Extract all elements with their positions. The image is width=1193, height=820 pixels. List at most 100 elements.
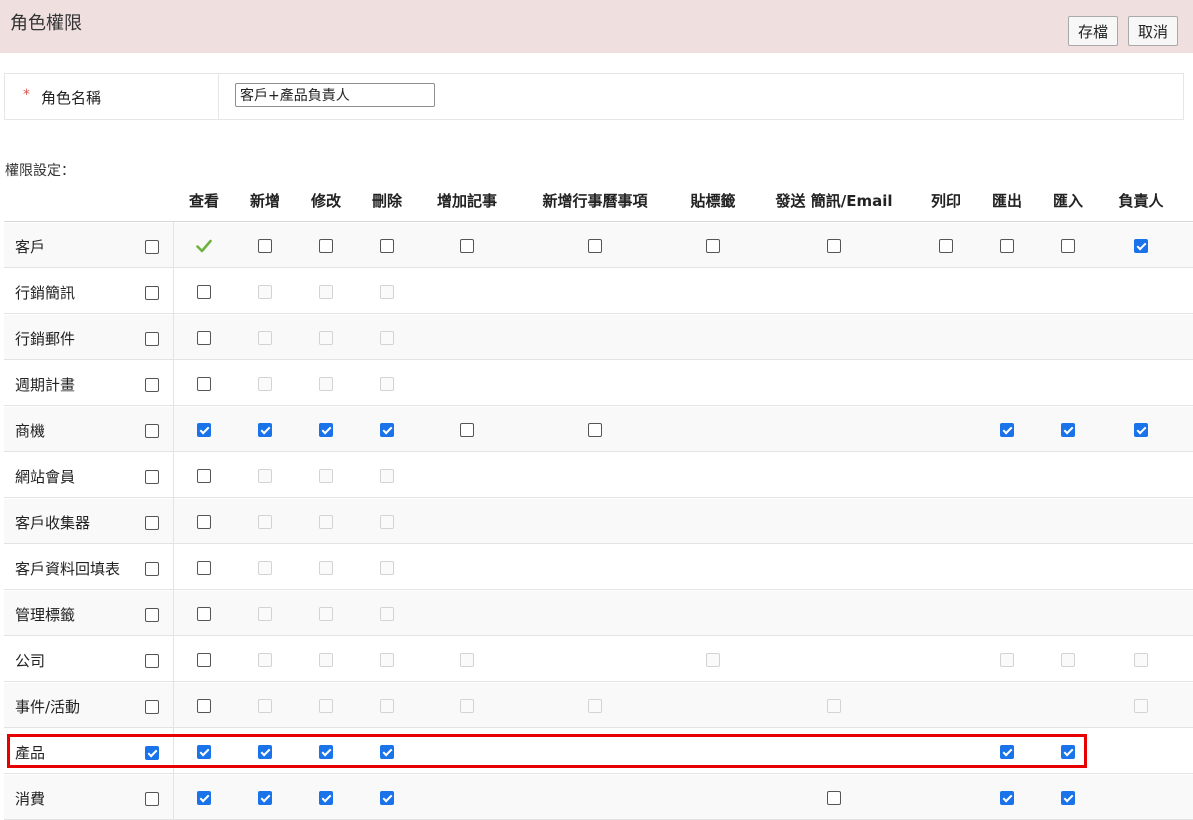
perm-export-checkbox[interactable] xyxy=(1000,423,1014,437)
row-select-all-checkbox[interactable] xyxy=(145,654,159,668)
column-header-add-calendar-event: 新增行事曆事項 xyxy=(542,192,648,210)
perm-edit-checkbox xyxy=(319,515,333,529)
row-label: 管理標籤 xyxy=(15,606,76,624)
perm-view-checkbox[interactable] xyxy=(197,699,211,713)
table-row: 行銷郵件 xyxy=(4,315,1193,360)
required-mark: * xyxy=(23,87,30,103)
perm-add-checkbox[interactable] xyxy=(258,791,272,805)
perm-tag-checkbox xyxy=(706,653,720,667)
perm-export-checkbox[interactable] xyxy=(1000,239,1014,253)
column-header-edit: 修改 xyxy=(310,192,342,210)
column-header-import: 匯入 xyxy=(1052,192,1084,210)
perm-view-checkbox[interactable] xyxy=(197,515,211,529)
perm-add-checkbox xyxy=(258,331,272,345)
row-select-all-checkbox[interactable] xyxy=(145,746,159,760)
column-header-delete: 刪除 xyxy=(371,192,403,210)
perm-owner-checkbox[interactable] xyxy=(1134,423,1148,437)
save-button[interactable]: 存檔 xyxy=(1068,16,1118,46)
row-select-all-checkbox[interactable] xyxy=(145,608,159,622)
row-select-all-checkbox[interactable] xyxy=(145,700,159,714)
perm-add-note-checkbox[interactable] xyxy=(460,239,474,253)
perm-edit-checkbox[interactable] xyxy=(319,745,333,759)
perm-add-calendar-event-checkbox[interactable] xyxy=(588,239,602,253)
perm-delete-checkbox xyxy=(380,515,394,529)
table-row: 行銷簡訊 xyxy=(4,269,1193,314)
perm-view-checkbox[interactable] xyxy=(197,377,211,391)
row-select-all-checkbox[interactable] xyxy=(145,378,159,392)
perm-delete-checkbox[interactable] xyxy=(380,791,394,805)
perm-view-checkbox[interactable] xyxy=(197,331,211,345)
perm-export-checkbox xyxy=(1000,653,1014,667)
row-select-all-checkbox[interactable] xyxy=(145,424,159,438)
perm-view-checkbox[interactable] xyxy=(197,469,211,483)
perm-add-checkbox xyxy=(258,561,272,575)
perm-export-checkbox[interactable] xyxy=(1000,791,1014,805)
perm-view-checkbox[interactable] xyxy=(197,653,211,667)
perm-owner-checkbox[interactable] xyxy=(1134,239,1148,253)
table-row: 商機 xyxy=(4,407,1193,452)
row-select-all-checkbox[interactable] xyxy=(145,562,159,576)
perm-edit-checkbox xyxy=(319,653,333,667)
page-header: 角色權限 存檔 取消 xyxy=(0,0,1193,53)
role-name-label-cell: * 角色名稱 xyxy=(5,74,219,119)
perm-delete-checkbox xyxy=(380,699,394,713)
perm-delete-checkbox xyxy=(380,285,394,299)
row-select-all-checkbox[interactable] xyxy=(145,792,159,806)
perm-send-sms-email-checkbox[interactable] xyxy=(827,239,841,253)
perm-import-checkbox[interactable] xyxy=(1061,791,1075,805)
perm-view-checkbox[interactable] xyxy=(197,745,211,759)
perm-view-green-check-icon[interactable] xyxy=(196,238,212,254)
row-label: 消費 xyxy=(15,790,46,808)
perm-export-checkbox[interactable] xyxy=(1000,745,1014,759)
perm-view-checkbox[interactable] xyxy=(197,285,211,299)
perm-import-checkbox[interactable] xyxy=(1061,423,1075,437)
perm-add-checkbox[interactable] xyxy=(258,423,272,437)
table-row: 客戶 xyxy=(4,223,1193,268)
perm-owner-checkbox xyxy=(1134,653,1148,667)
perm-view-checkbox[interactable] xyxy=(197,607,211,621)
table-row: 客戶收集器 xyxy=(4,499,1193,544)
perm-add-note-checkbox[interactable] xyxy=(460,423,474,437)
perm-tag-checkbox[interactable] xyxy=(706,239,720,253)
row-select-all-checkbox[interactable] xyxy=(145,516,159,530)
table-row: 產品 xyxy=(4,729,1193,774)
cancel-button[interactable]: 取消 xyxy=(1128,16,1178,46)
perm-import-checkbox[interactable] xyxy=(1061,745,1075,759)
perm-edit-checkbox xyxy=(319,607,333,621)
row-label: 商機 xyxy=(15,422,46,440)
column-header-send-sms-email: 發送 簡訊/Email xyxy=(775,192,893,210)
role-name-input[interactable] xyxy=(235,83,435,107)
perm-edit-checkbox[interactable] xyxy=(319,423,333,437)
perm-add-checkbox[interactable] xyxy=(258,745,272,759)
perm-delete-checkbox[interactable] xyxy=(380,423,394,437)
perm-send-sms-email-checkbox[interactable] xyxy=(827,791,841,805)
perm-add-note-checkbox xyxy=(460,699,474,713)
perm-edit-checkbox[interactable] xyxy=(319,791,333,805)
row-select-all-checkbox[interactable] xyxy=(145,470,159,484)
row-label: 產品 xyxy=(15,744,46,762)
perm-view-checkbox[interactable] xyxy=(197,791,211,805)
column-header-tag: 貼標籤 xyxy=(690,192,736,210)
row-select-all-checkbox[interactable] xyxy=(145,286,159,300)
perm-edit-checkbox xyxy=(319,699,333,713)
row-select-all-checkbox[interactable] xyxy=(145,332,159,346)
row-label: 客戶資料回填表 xyxy=(15,560,121,578)
table-row: 消費 xyxy=(4,775,1193,820)
column-header-print: 列印 xyxy=(930,192,962,210)
row-select-all-checkbox[interactable] xyxy=(145,240,159,254)
perm-edit-checkbox xyxy=(319,469,333,483)
perm-add-note-checkbox xyxy=(460,653,474,667)
perm-add-checkbox xyxy=(258,377,272,391)
perm-add-calendar-event-checkbox xyxy=(588,699,602,713)
perm-delete-checkbox[interactable] xyxy=(380,745,394,759)
column-header-owner: 負責人 xyxy=(1118,192,1164,210)
perm-edit-checkbox[interactable] xyxy=(319,239,333,253)
perm-print-checkbox[interactable] xyxy=(939,239,953,253)
perm-delete-checkbox[interactable] xyxy=(380,239,394,253)
perm-view-checkbox[interactable] xyxy=(197,561,211,575)
role-name-label: 角色名稱 xyxy=(41,89,102,107)
perm-add-calendar-event-checkbox[interactable] xyxy=(588,423,602,437)
perm-view-checkbox[interactable] xyxy=(197,423,211,437)
perm-import-checkbox[interactable] xyxy=(1061,239,1075,253)
perm-add-checkbox[interactable] xyxy=(258,239,272,253)
